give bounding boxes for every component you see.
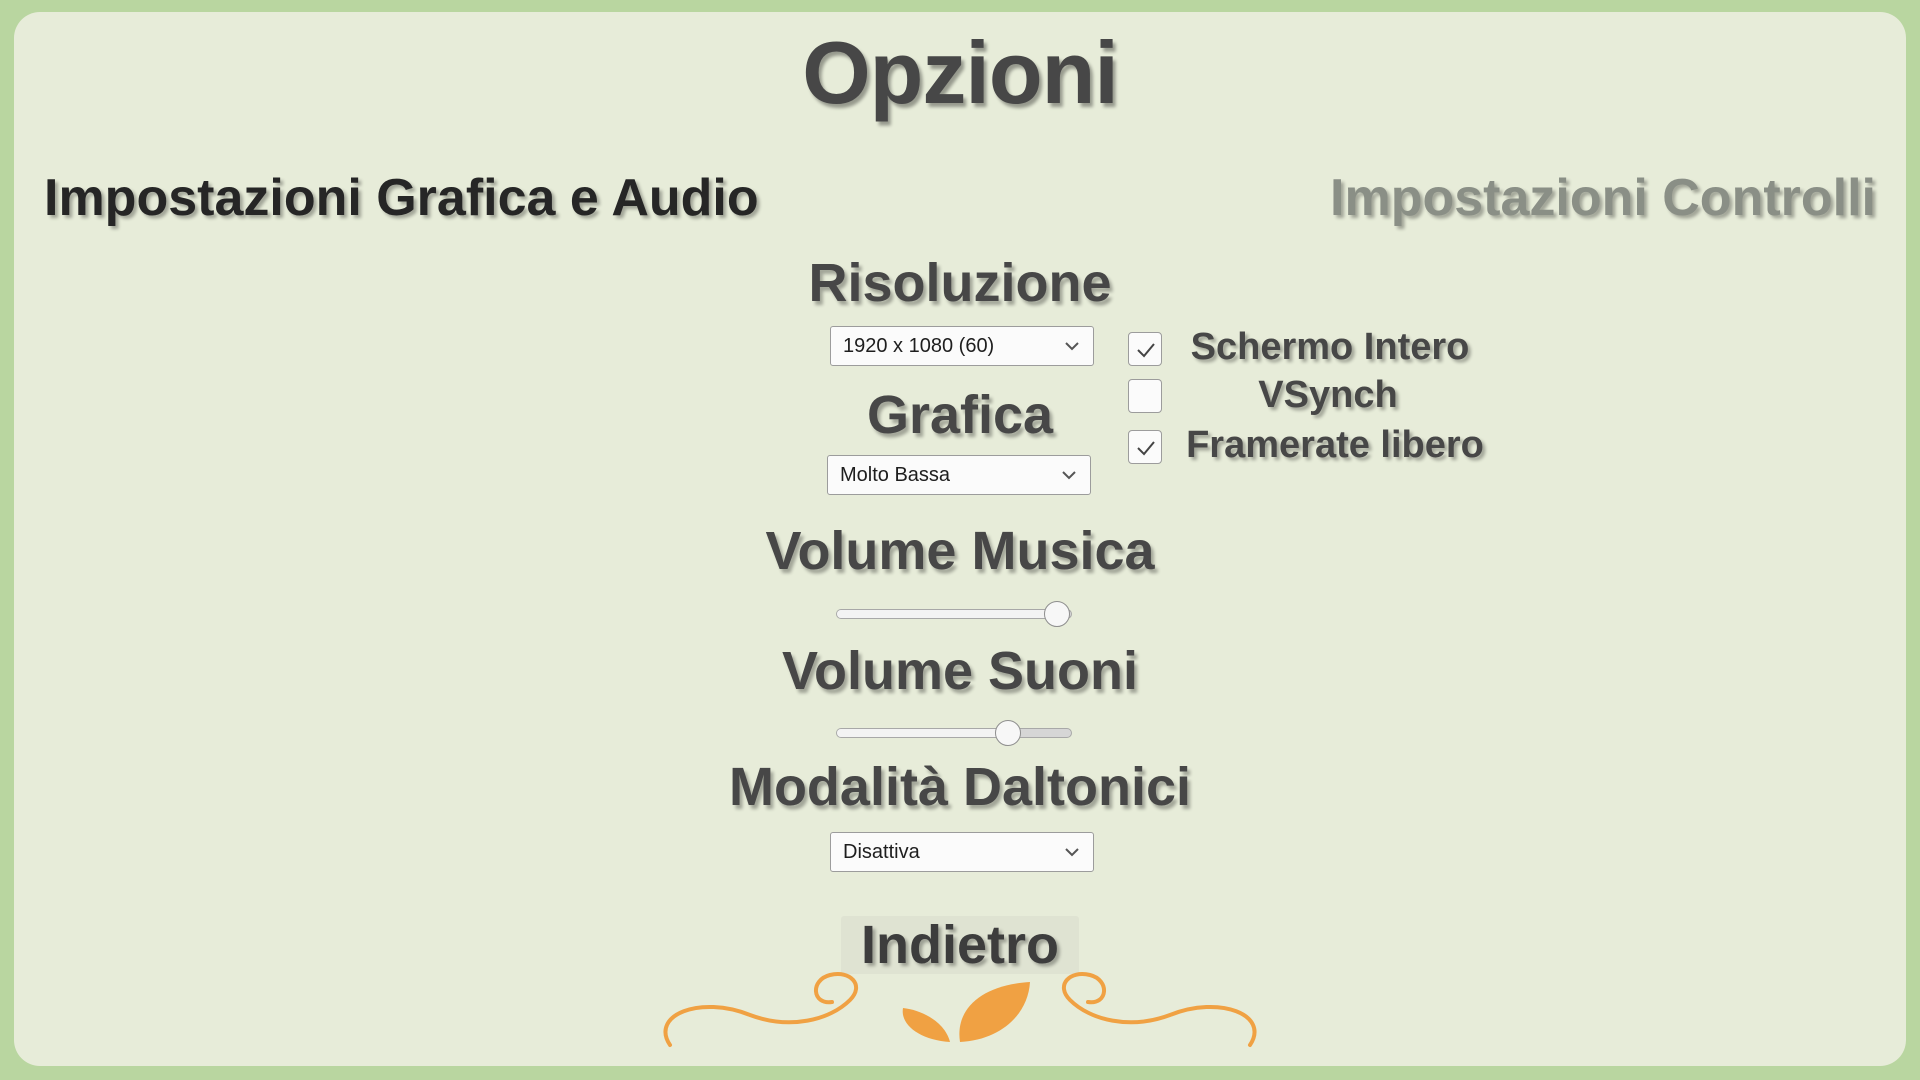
sound-volume-slider[interactable] <box>836 720 1072 746</box>
resolution-label: Risoluzione <box>808 253 1112 313</box>
fullscreen-checkbox[interactable] <box>1128 332 1162 366</box>
graphics-label: Grafica <box>866 385 1054 445</box>
music-volume-fill <box>837 610 1057 618</box>
sound-volume-label: Volume Suoni <box>781 641 1138 701</box>
graphics-value: Molto Bassa <box>840 464 951 486</box>
check-icon <box>1137 343 1155 358</box>
chevron-down-icon <box>1065 342 1079 351</box>
vsync-label: VSynch <box>1258 374 1398 416</box>
sound-volume-handle[interactable] <box>994 720 1021 746</box>
tab-controls[interactable]: Impostazioni Controlli <box>1330 168 1876 228</box>
chevron-down-icon <box>1065 848 1079 857</box>
fullscreen-label: Schermo Intero <box>1190 326 1470 368</box>
unlimited-framerate-checkbox[interactable] <box>1128 430 1162 464</box>
music-volume-slider[interactable] <box>836 601 1072 627</box>
graphics-dropdown[interactable]: Molto Bassa <box>827 455 1091 495</box>
colorblind-dropdown[interactable]: Disattiva <box>830 832 1094 872</box>
colorblind-label: Modalità Daltonici <box>728 757 1192 817</box>
tab-graphics-audio[interactable]: Impostazioni Grafica e Audio <box>44 168 759 228</box>
colorblind-value: Disattiva <box>843 841 920 863</box>
check-icon <box>1137 441 1155 456</box>
unlimited-framerate-label: Framerate libero <box>1186 424 1484 466</box>
music-volume-label: Volume Musica <box>765 521 1155 581</box>
page-title: Opzioni <box>802 23 1119 122</box>
chevron-down-icon <box>1062 471 1076 480</box>
music-volume-handle[interactable] <box>1043 601 1070 627</box>
resolution-value: 1920 x 1080 (60) <box>843 335 995 357</box>
sound-volume-fill <box>837 729 1008 737</box>
vsync-checkbox[interactable] <box>1128 379 1162 413</box>
leaf-swirl-ornament-icon <box>663 972 1257 1047</box>
resolution-dropdown[interactable]: 1920 x 1080 (60) <box>830 326 1094 366</box>
